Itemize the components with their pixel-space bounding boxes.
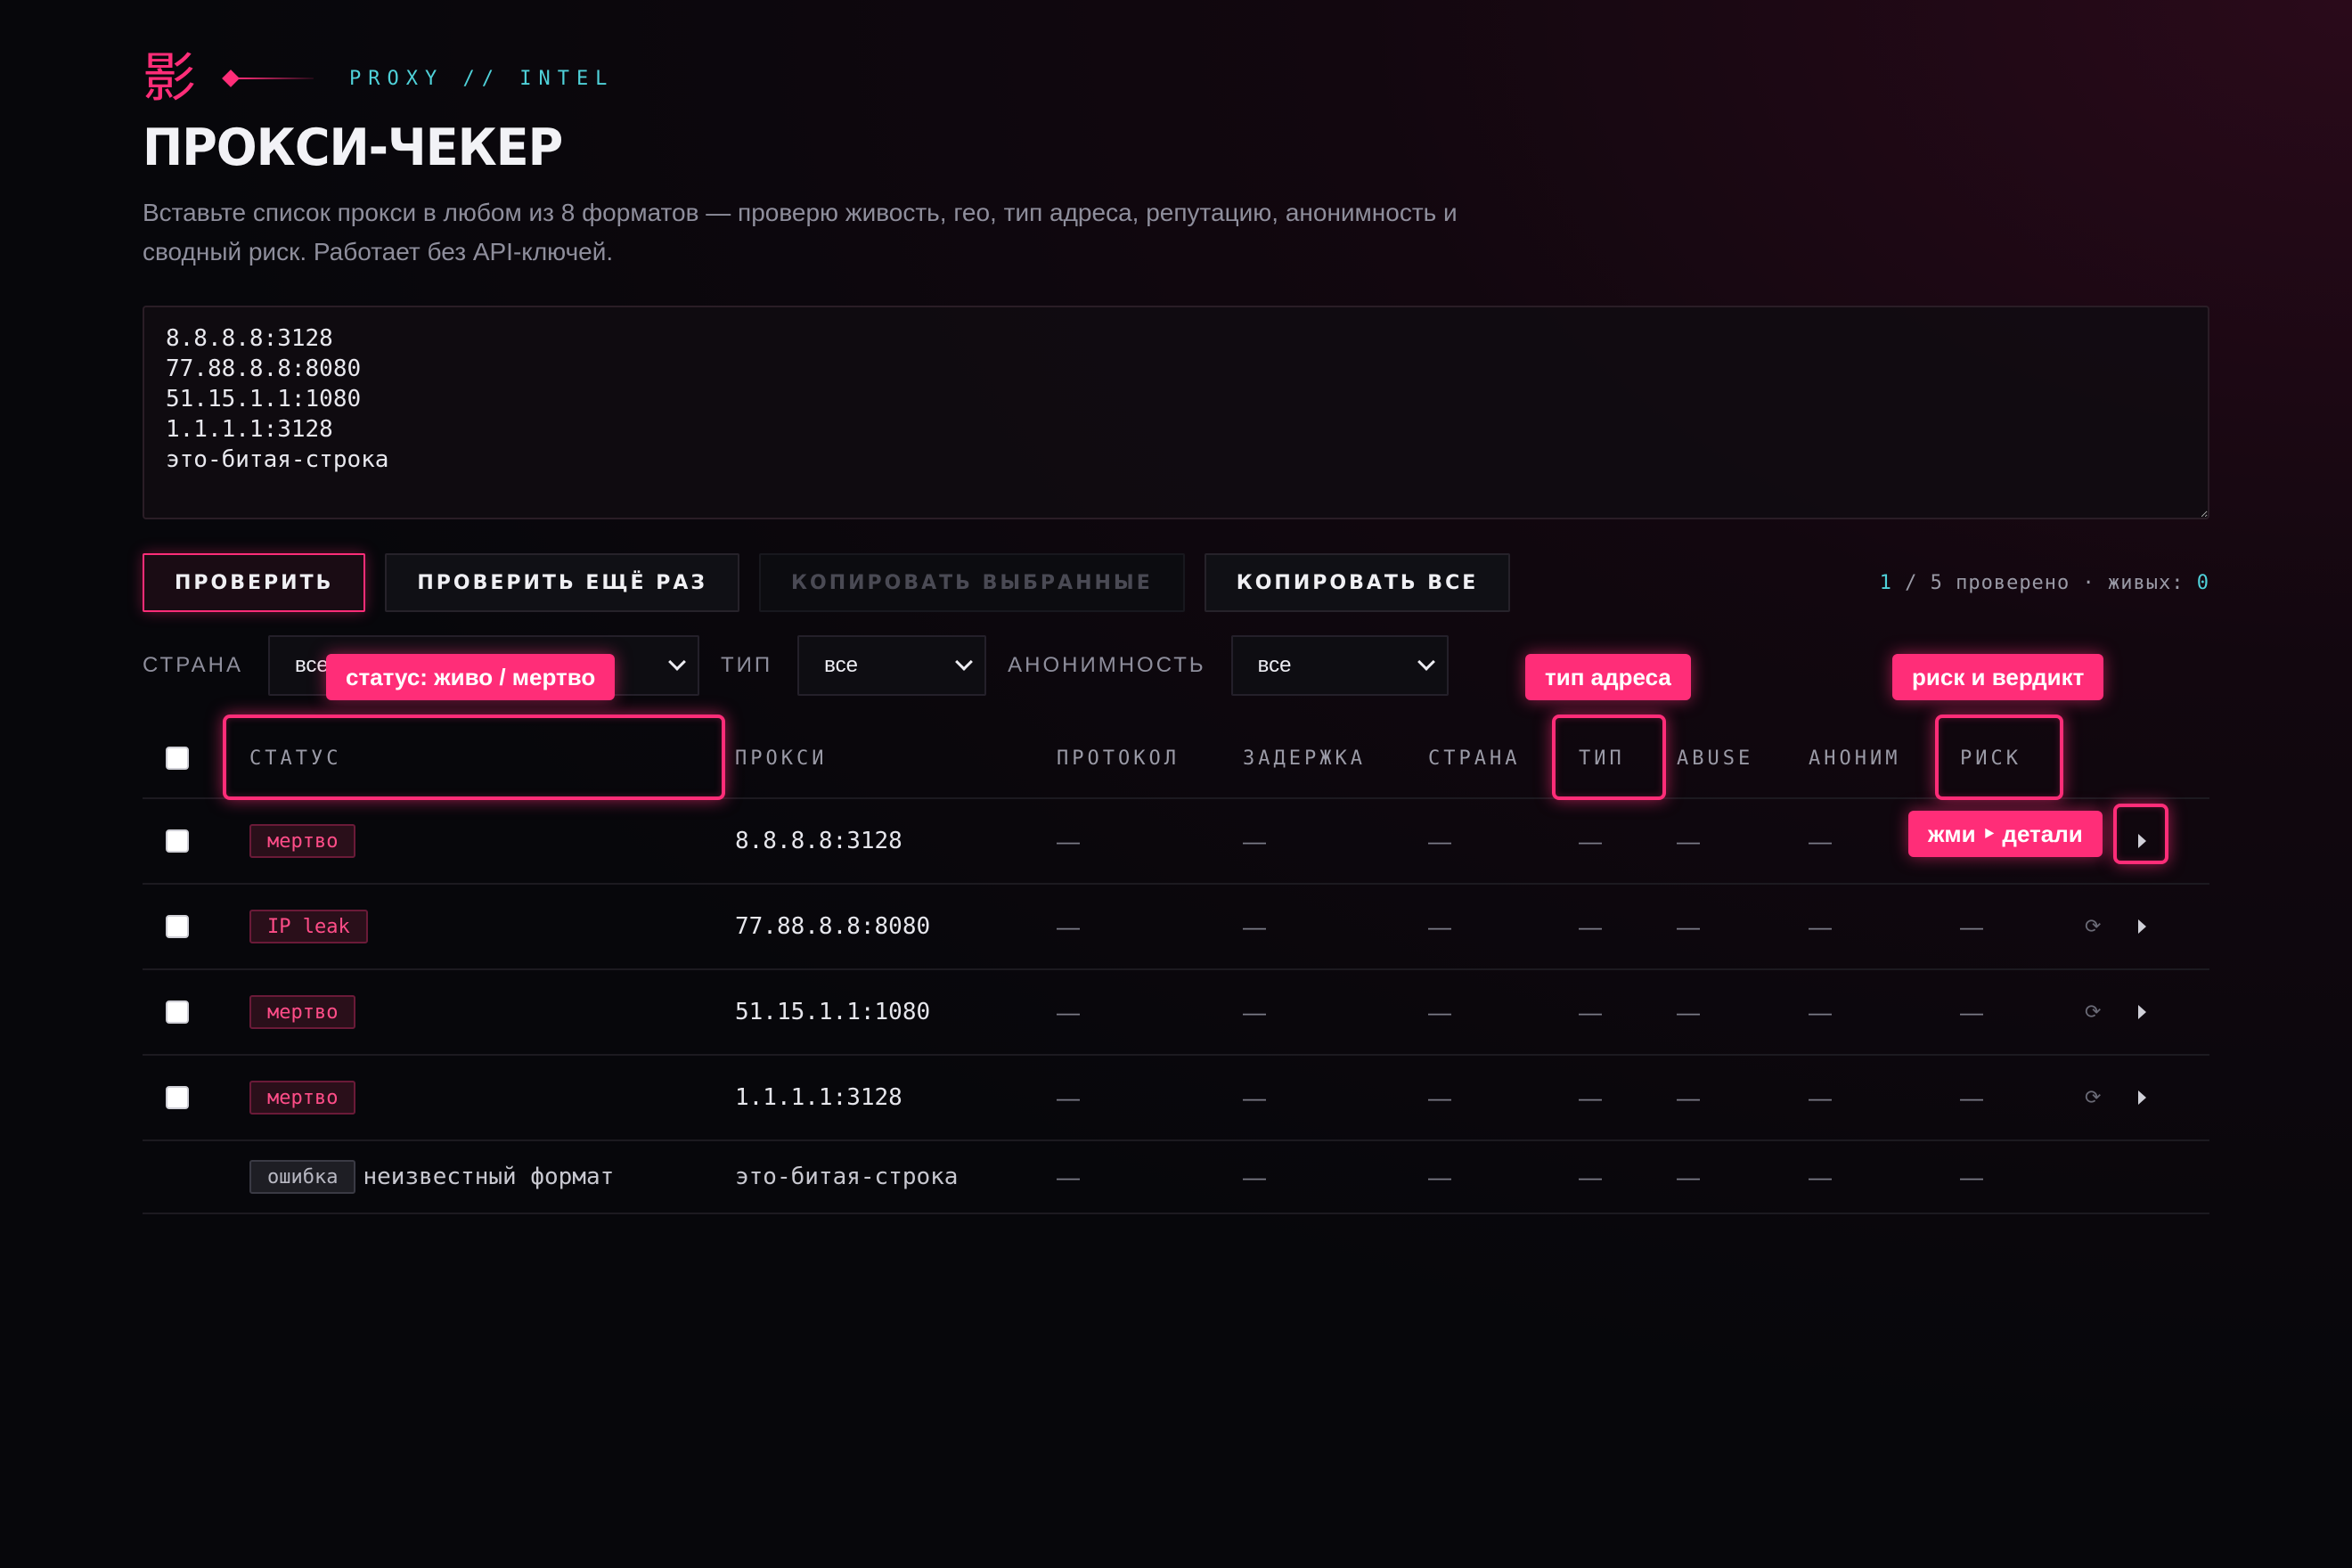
chevron-down-icon (668, 653, 686, 671)
brand-logo: 影 (143, 47, 196, 110)
type-filter-label: ТИП (720, 653, 773, 677)
select-all-checkbox[interactable] (166, 747, 189, 770)
expand-arrow-icon[interactable] (2138, 834, 2146, 848)
row-checkbox[interactable] (166, 1086, 189, 1109)
type-select[interactable]: все (797, 635, 987, 696)
copy-selected-button[interactable]: КОПИРОВАТЬ ВЫБРАННЫЕ (759, 553, 1185, 612)
results-table: СТАТУС ПРОКСИ ПРОТОКОЛ ЗАДЕРЖКА СТРАНА Т… (143, 719, 2209, 1214)
header-abuse: ABUSE (1677, 747, 1754, 770)
header-status: СТАТУС (249, 747, 342, 770)
refresh-icon[interactable]: ⟳ (2085, 1056, 2101, 1139)
table-row[interactable]: мертво 8.8.8.8:3128 — — — — — — (143, 799, 2209, 885)
copy-all-button[interactable]: КОПИРОВАТЬ ВСЕ (1204, 553, 1511, 612)
proxy-address: 77.88.8.8:8080 (735, 913, 931, 940)
header-country: СТРАНА (1428, 747, 1521, 770)
anonymity-select[interactable]: все (1230, 635, 1449, 696)
brand-tag: PROXY // INTEL (349, 67, 615, 90)
table-row[interactable]: мертво 51.15.1.1:1080 — — — — — — — ⟳ (143, 970, 2209, 1056)
chevron-down-icon (1417, 653, 1435, 671)
refresh-icon[interactable]: ⟳ (2085, 970, 2101, 1054)
country-filter-label: СТРАНА (143, 653, 243, 677)
status-badge: мертво (249, 995, 356, 1029)
diamond-icon (222, 69, 240, 87)
header-proxy: ПРОКСИ (735, 747, 828, 770)
refresh-icon[interactable]: ⟳ (2085, 885, 2101, 968)
expand-arrow-icon[interactable] (2138, 1090, 2146, 1105)
proxy-list-input[interactable]: 8.8.8.8:3128 77.88.8.8:8080 51.15.1.1:10… (143, 306, 2209, 519)
error-message: неизвестный формат (363, 1164, 615, 1190)
action-bar: ПРОВЕРИТЬ ПРОВЕРИТЬ ЕЩЁ РАЗ КОПИРОВАТЬ В… (143, 553, 2209, 612)
status-badge: мертво (249, 824, 356, 858)
header-anonymity: АНОНИМ (1809, 747, 1901, 770)
page-description: Вставьте список прокси в любом из 8 форм… (143, 199, 1458, 265)
brand-divider (222, 69, 314, 87)
proxy-address: это-битая-строка (735, 1164, 959, 1190)
status-badge: мертво (249, 1081, 356, 1115)
brand-bar: 影 PROXY // INTEL (143, 45, 2209, 112)
table-header-row: СТАТУС ПРОКСИ ПРОТОКОЛ ЗАДЕРЖКА СТРАНА Т… (143, 719, 2209, 799)
anonymity-filter-label: АНОНИМНОСТЬ (1008, 653, 1206, 677)
chevron-down-icon (955, 653, 974, 671)
proxy-address: 8.8.8.8:3128 (735, 828, 902, 854)
recheck-button[interactable]: ПРОВЕРИТЬ ЕЩЁ РАЗ (385, 553, 740, 612)
header-latency: ЗАДЕРЖКА (1243, 747, 1366, 770)
header-protocol: ПРОТОКОЛ (1057, 747, 1180, 770)
progress-counter: 1 / 5 проверено · живых: 0 (1879, 571, 2209, 594)
proxy-address: 1.1.1.1:3128 (735, 1084, 902, 1111)
address-type-callout: тип адреса (1525, 654, 1691, 700)
table-row[interactable]: IP leak 77.88.8.8:8080 — — — — — — — ⟳ (143, 885, 2209, 970)
header-risk: РИСК (1960, 747, 2021, 770)
row-checkbox[interactable] (166, 1000, 189, 1024)
risk-callout: риск и вердикт (1892, 654, 2104, 700)
status-badge: ошибка (249, 1160, 356, 1194)
proxy-address: 51.15.1.1:1080 (735, 999, 931, 1025)
expand-arrow-icon[interactable] (2138, 1005, 2146, 1019)
expand-arrow-icon[interactable] (2138, 919, 2146, 934)
header-type: ТИП (1579, 747, 1625, 770)
details-callout: жми ‣ детали (1908, 811, 2103, 857)
page-title: ПРОКСИ-ЧЕКЕР (143, 118, 563, 177)
table-row: ошибка неизвестный формат это-битая-стро… (143, 1141, 2209, 1214)
status-callout: статус: живо / мертво (326, 654, 616, 700)
table-row[interactable]: мертво 1.1.1.1:3128 — — — — — — — ⟳ (143, 1056, 2209, 1141)
status-badge: IP leak (249, 910, 368, 943)
row-checkbox[interactable] (166, 915, 189, 938)
row-checkbox[interactable] (166, 829, 189, 853)
check-button[interactable]: ПРОВЕРИТЬ (143, 553, 366, 612)
